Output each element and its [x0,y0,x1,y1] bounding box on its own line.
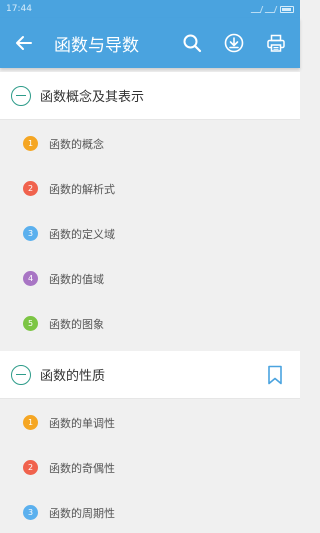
minus-circle-icon[interactable] [11,85,31,106]
list-item[interactable]: 3 函数的周期性 [0,490,300,533]
signal-icon [250,5,264,13]
section-title: 函数概念及其表示 [40,90,145,105]
arrow-left-icon [16,36,32,50]
search-icon [183,34,202,53]
list-item-label: 函数的图象 [49,317,104,331]
list-item-label: 函数的定义域 [49,227,115,241]
wifi-icon [264,5,278,13]
number-badge: 3 [23,226,38,241]
number-badge: 5 [23,316,38,331]
print-button[interactable] [258,25,294,61]
number-badge: 2 [23,460,38,475]
page-title: 函数与导数 [54,35,139,56]
number-badge: 3 [23,505,38,520]
number-badge: 1 [23,415,38,430]
number-badge: 1 [23,136,38,151]
list-item[interactable]: 2 函数的解析式 [0,166,300,211]
list-item-label: 函数的单调性 [49,416,115,430]
minus-circle-icon[interactable] [11,364,31,385]
status-time: 17:44 [6,4,32,14]
status-indicators [250,5,294,13]
list-item[interactable]: 3 函数的定义域 [0,211,300,256]
section-title: 函数的性质 [40,369,106,384]
section-header-function-properties[interactable]: 函数的性质 [0,351,300,399]
list-item-label: 函数的解析式 [49,182,115,196]
battery-icon [280,5,294,13]
print-icon [267,34,285,52]
download-button[interactable] [216,25,252,61]
download-icon [224,33,244,53]
list-item-label: 函数的概念 [49,137,104,151]
list-item-label: 函数的奇偶性 [49,461,115,475]
app-bar: 函数与导数 [0,18,300,68]
list-item-label: 函数的值域 [49,272,104,286]
search-button[interactable] [174,25,210,61]
list-item[interactable]: 1 函数的单调性 [0,400,300,445]
list-item[interactable]: 2 函数的奇偶性 [0,445,300,490]
bookmark-icon [268,365,282,384]
list-item[interactable]: 5 函数的图象 [0,301,300,346]
list-item[interactable]: 4 函数的值域 [0,256,300,301]
status-bar: 17:44 [0,0,300,18]
number-badge: 2 [23,181,38,196]
list-item[interactable]: 1 函数的概念 [0,121,300,166]
back-button[interactable] [6,25,42,61]
bookmark-button[interactable] [260,360,290,390]
number-badge: 4 [23,271,38,286]
list-item-label: 函数的周期性 [49,506,115,520]
section-header-function-concept[interactable]: 函数概念及其表示 [0,72,300,120]
